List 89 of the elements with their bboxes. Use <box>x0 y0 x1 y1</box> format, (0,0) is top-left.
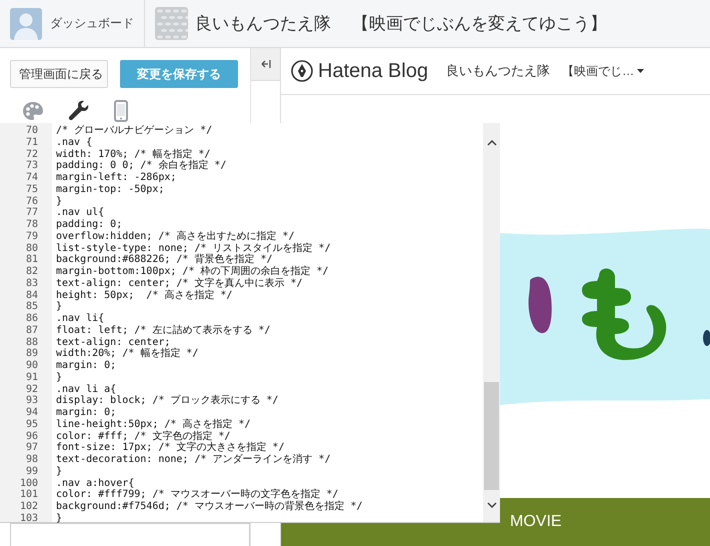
avatar-icon[interactable] <box>10 8 42 40</box>
code-line: height: 50px; /* 高さを指定 */ <box>56 290 234 301</box>
code-line: margin: 0; <box>56 407 118 419</box>
caret-icon <box>637 69 644 73</box>
code-line: line-height:50px; /* 高さを指定 */ <box>56 418 252 430</box>
line-number: 94 <box>24 407 39 419</box>
line-number: 95 <box>24 418 39 430</box>
blog-name-link[interactable]: 良いもんつたえ隊 <box>446 62 550 80</box>
code-line: } <box>56 196 64 208</box>
code-line: font-size: 17px; /* 文字の大きさを指定 */ <box>56 442 286 454</box>
line-number: 89 <box>24 348 39 360</box>
code-line: display: block; /* ブロック表示にする */ <box>56 395 280 407</box>
code-line: width: 170%; /* 幅を指定 */ <box>56 148 212 160</box>
code-line: margin-bottom:100px; /* 枠の下周囲の余白を指定 */ <box>56 266 330 278</box>
line-number: 71 <box>24 136 39 148</box>
line-number: 80 <box>24 242 39 254</box>
code-line: list-style-type: none; /* リストスタイルを指定 */ <box>56 242 332 254</box>
line-number: 93 <box>24 395 39 407</box>
phone-icon[interactable] <box>114 100 128 122</box>
line-number: 92 <box>24 384 39 396</box>
line-number: 72 <box>24 148 39 160</box>
input-field[interactable] <box>10 523 250 546</box>
line-number: 103 <box>18 512 39 524</box>
code-line: .nav li{ <box>56 313 106 325</box>
collapse-button[interactable] <box>251 48 280 81</box>
line-number: 74 <box>24 172 39 184</box>
code-line: padding: 0; <box>56 219 124 231</box>
line-number: 73 <box>24 160 39 172</box>
line-number: 82 <box>24 266 39 278</box>
code-line: text-decoration: none; /* アンダーラインを消す */ <box>56 454 332 466</box>
code-line: .nav ul{ <box>56 207 106 219</box>
code-line: } <box>56 466 64 478</box>
code-line: background:#f7546d; /* マウスオーバー時の背景色を指定 */ <box>56 501 364 513</box>
line-number: 76 <box>24 196 39 208</box>
code-line: overflow:hidden; /* 高さを出すために指定 */ <box>56 230 296 242</box>
code-line: } <box>56 301 64 313</box>
palette-icon[interactable] <box>22 101 44 121</box>
code-line: /* グローバルナビゲーション */ <box>56 125 214 137</box>
blog-subtitle: 【映画でじぶんを変えてゆこう】 <box>352 13 607 35</box>
blog-menu[interactable]: 【映画でじ… <box>562 62 644 80</box>
scroll-down-icon[interactable] <box>486 502 496 508</box>
code-editor[interactable] <box>0 123 500 523</box>
code-line: color: #fff; /* 文字色の指定 */ <box>56 430 232 442</box>
scroll-up-icon[interactable] <box>486 140 496 146</box>
code-line: } <box>56 372 64 384</box>
line-number: 100 <box>18 478 39 490</box>
line-number: 83 <box>24 278 39 290</box>
line-number: 88 <box>24 336 39 348</box>
brand-logo[interactable]: Hatena Blog <box>318 60 428 82</box>
line-number: 87 <box>24 324 39 336</box>
line-number: 79 <box>24 230 39 242</box>
scrollbar-thumb[interactable] <box>484 382 499 490</box>
code-line: } <box>56 512 64 524</box>
line-number: 102 <box>18 501 39 513</box>
code-line: text-align: center; /* 文字を真ん中に表示 */ <box>56 278 304 290</box>
line-number: 91 <box>24 372 39 384</box>
code-line: margin-top: -50px; <box>56 184 166 196</box>
blog-title[interactable]: 良いもんつたえ隊 <box>195 12 331 35</box>
line-number: 90 <box>24 360 39 372</box>
line-number: 84 <box>24 290 39 302</box>
line-number: 96 <box>24 430 39 442</box>
code-line: .nav { <box>56 136 94 148</box>
line-number: 85 <box>24 301 39 313</box>
code-line: color: #fff799; /* マウスオーバー時の文字色を指定 */ <box>56 489 340 500</box>
code-line: .nav li a{ <box>56 384 118 395</box>
line-number: 70 <box>24 125 39 137</box>
line-number: 97 <box>24 442 39 454</box>
code-line: background:#688226; /* 背景色を指定 */ <box>56 254 274 266</box>
code-line: padding: 0 0; /* 余白を指定 */ <box>56 160 228 172</box>
wrench-icon[interactable] <box>68 100 90 122</box>
code-line: .nav a:hover{ <box>56 478 136 489</box>
back-button[interactable]: 管理画面に戻る <box>10 60 108 88</box>
line-number: 77 <box>24 207 39 219</box>
code-line: margin-left: -286px; <box>56 172 178 184</box>
line-number: 99 <box>24 466 39 478</box>
collapse-icon <box>260 59 270 69</box>
line-number: 75 <box>24 184 39 196</box>
line-number: 86 <box>24 313 39 325</box>
line-number: 101 <box>18 489 39 501</box>
code-line: text-align: center; <box>56 336 172 348</box>
code-line: margin: 0; <box>56 360 118 372</box>
code-line: float: left; /* 左に詰めて表示をする */ <box>56 324 272 336</box>
line-number: 98 <box>24 454 39 466</box>
line-number: 81 <box>24 254 39 266</box>
nav-link[interactable]: MOVIE <box>510 513 562 531</box>
pen-icon <box>291 60 313 82</box>
line-number: 78 <box>24 219 39 231</box>
dashboard-link[interactable]: ダッシュボード <box>50 15 134 32</box>
code-line: width:20%; /* 幅を指定 */ <box>56 348 200 360</box>
